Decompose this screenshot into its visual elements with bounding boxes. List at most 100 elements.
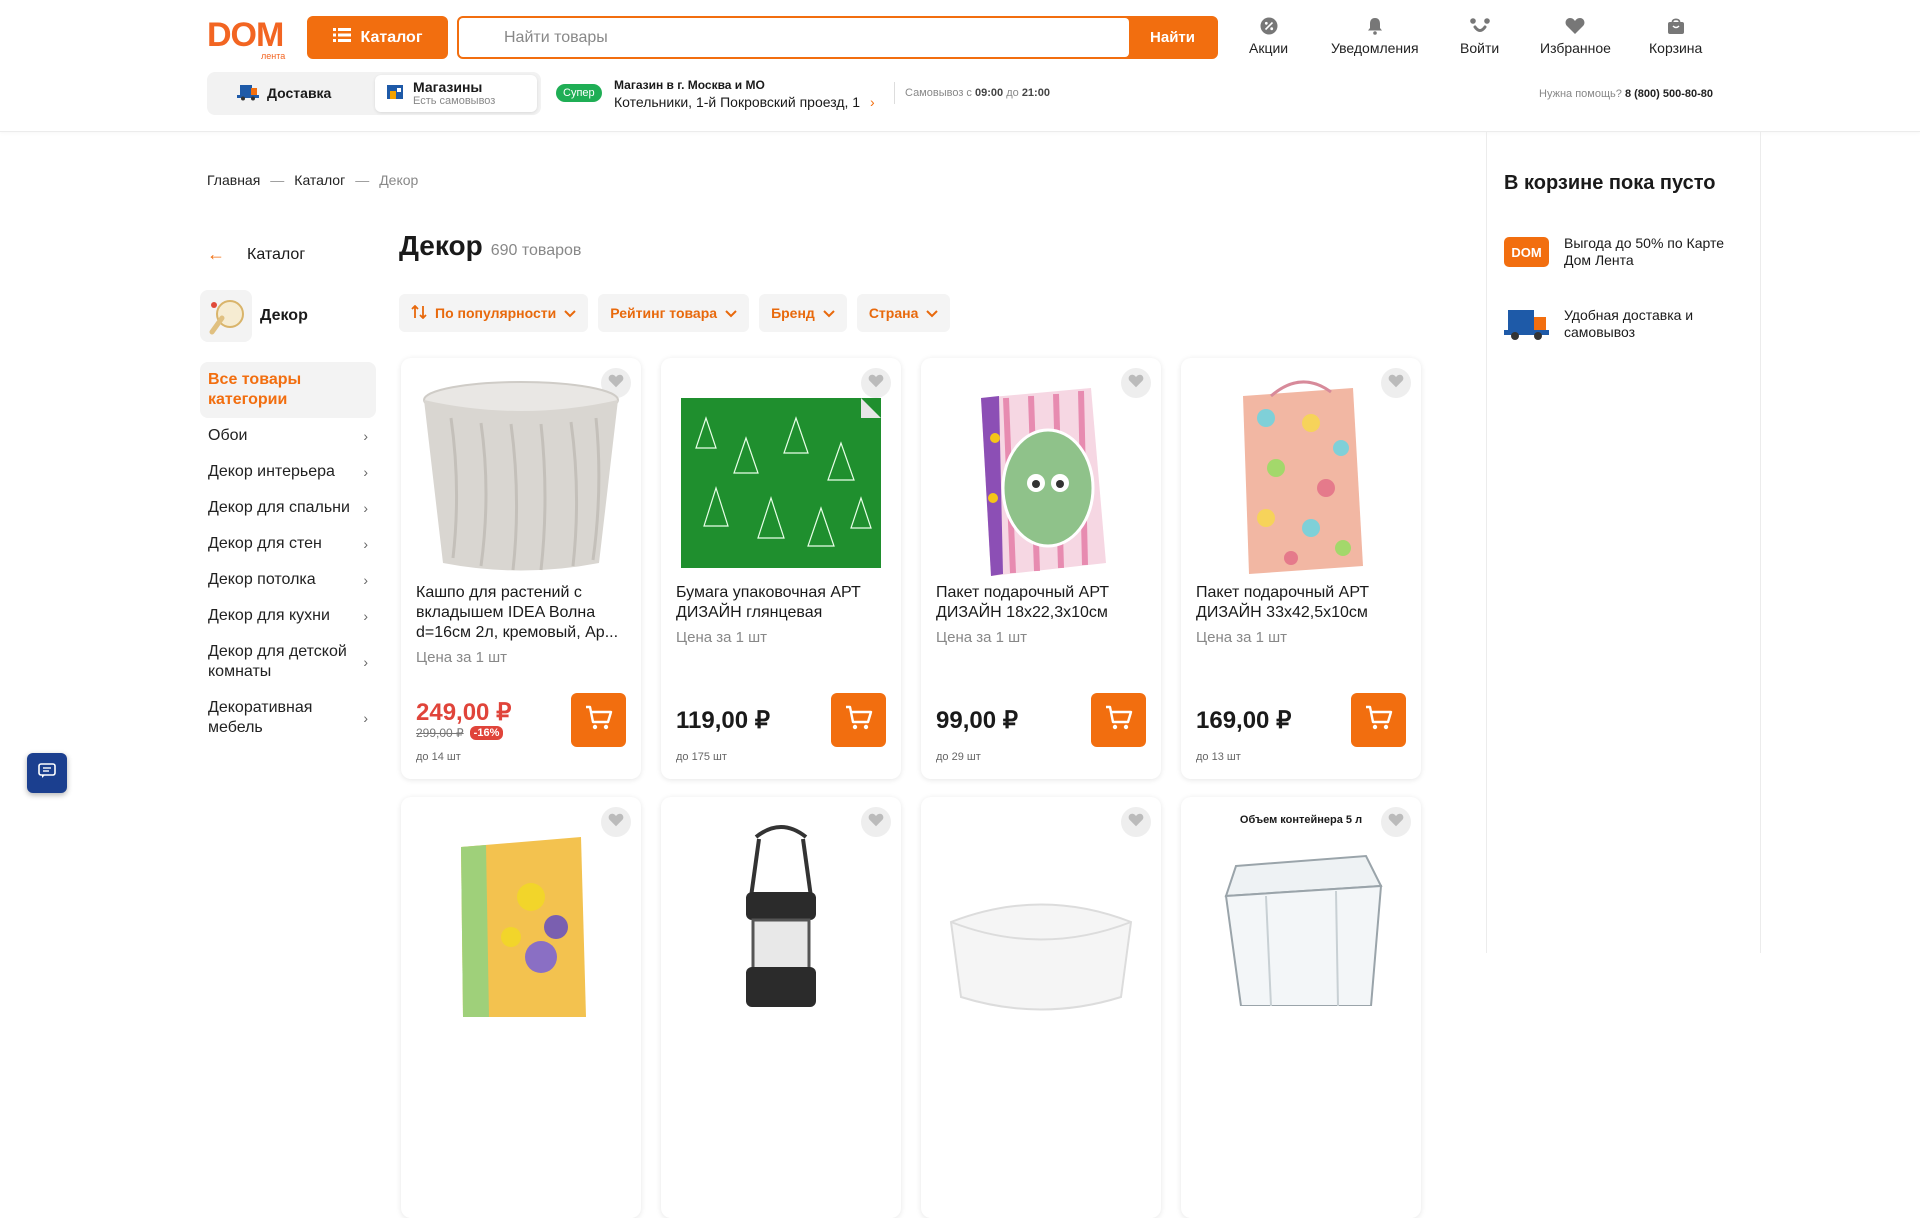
product-old-price-row: 299,00 ₽ -16% bbox=[416, 726, 504, 740]
stores-option-text: Магазины Есть самовывоз bbox=[413, 78, 495, 108]
rating-filter[interactable]: Рейтинг товара bbox=[598, 294, 750, 332]
breadcrumb-separator: — bbox=[355, 172, 370, 188]
nav-promotions[interactable]: Акции bbox=[1249, 16, 1288, 56]
menu-list-icon bbox=[332, 28, 351, 47]
nav-cart-label: Корзина bbox=[1649, 40, 1703, 56]
sidebar-back-link[interactable]: ← Каталог bbox=[207, 244, 305, 265]
product-image-lantern[interactable] bbox=[676, 812, 886, 1022]
breadcrumb-separator: — bbox=[270, 172, 285, 188]
product-card[interactable]: Бумага упаковочная АРТ ДИЗАЙН глянцевая … bbox=[661, 358, 901, 779]
nav-favorites[interactable]: Избранное bbox=[1540, 16, 1611, 56]
delivery-mode-switch: Доставка Магазины Есть самовывоз bbox=[207, 72, 541, 115]
category-thumbnail bbox=[200, 290, 252, 342]
store-address[interactable]: Котельники, 1-й Покровский проезд, 1 bbox=[614, 94, 860, 110]
discount-badge: -16% bbox=[469, 726, 504, 740]
pickup-mid: до bbox=[1006, 87, 1019, 99]
product-card[interactable] bbox=[661, 797, 901, 1218]
country-filter[interactable]: Страна bbox=[856, 294, 951, 332]
product-name[interactable]: Бумага упаковочная АРТ ДИЗАЙН глянцевая bbox=[676, 583, 888, 623]
bell-icon bbox=[1365, 16, 1385, 36]
chevron-right-icon: › bbox=[363, 710, 368, 726]
sort-dropdown[interactable]: По популярности bbox=[399, 294, 589, 332]
percent-icon bbox=[1259, 16, 1279, 36]
perk-text: Удобная доставка и самовывоз bbox=[1564, 307, 1694, 340]
add-to-cart-button[interactable] bbox=[1091, 693, 1146, 747]
perk-delivery[interactable]: Удобная доставка и самовывоз bbox=[1504, 306, 1714, 342]
cart-icon bbox=[585, 705, 613, 736]
product-stock: до 175 шт bbox=[676, 751, 727, 763]
logo-text: DOM bbox=[207, 16, 284, 54]
nav-cart[interactable]: Корзина bbox=[1649, 16, 1702, 56]
chat-button[interactable] bbox=[27, 753, 67, 793]
pickup-to: 21:00 bbox=[1021, 87, 1050, 99]
product-card[interactable]: Кашпо для растений с вкладышем IDEA Волн… bbox=[401, 358, 641, 779]
product-card[interactable]: Пакет подарочный АРТ ДИЗАЙН 33x42,5x10см… bbox=[1181, 358, 1421, 779]
arrow-left-icon: ← bbox=[207, 244, 225, 264]
product-image-planter[interactable] bbox=[416, 373, 626, 583]
sidebar-category-title: Декор bbox=[260, 307, 308, 324]
sort-icon bbox=[411, 304, 427, 322]
product-unit: Цена за 1 шт bbox=[936, 629, 1028, 646]
product-image-storage-box[interactable]: Объем контейнера 5 л bbox=[1196, 812, 1406, 1022]
logo-subtext: лента bbox=[261, 51, 286, 61]
smile-icon bbox=[1469, 16, 1490, 36]
delivery-option[interactable]: Доставка bbox=[227, 75, 341, 112]
chevron-right-icon: › bbox=[363, 464, 368, 480]
chevron-right-icon: › bbox=[363, 608, 368, 624]
sidebar-item-label: Декор для стен bbox=[208, 535, 322, 552]
page-title: Декор bbox=[399, 230, 483, 261]
product-card[interactable]: Пакет подарочный АРТ ДИЗАЙН 18x22,3x10см… bbox=[921, 358, 1161, 779]
stores-option-label: Магазины bbox=[413, 78, 483, 95]
product-name[interactable]: Пакет подарочный АРТ ДИЗАЙН 18x22,3x10см bbox=[936, 583, 1148, 623]
pickup-from: 09:00 bbox=[975, 87, 1004, 99]
nav-notifications[interactable]: Уведомления bbox=[1331, 16, 1419, 56]
product-price: 99,00 ₽ bbox=[936, 707, 1018, 734]
product-card[interactable]: Объем контейнера 5 л bbox=[1181, 797, 1421, 1218]
product-name[interactable]: Кашпо для растений с вкладышем IDEA Волн… bbox=[416, 583, 628, 643]
breadcrumb-home[interactable]: Главная bbox=[207, 172, 260, 188]
breadcrumb: Главная — Каталог — Декор bbox=[207, 172, 418, 188]
brand-filter[interactable]: Бренд bbox=[759, 294, 847, 332]
chevron-right-icon[interactable]: › bbox=[870, 94, 875, 110]
sidebar-item-kitchen-decor[interactable]: Декор для кухни › bbox=[200, 598, 376, 634]
product-image-gift-bag-large[interactable] bbox=[1196, 373, 1406, 583]
sidebar-item-furniture[interactable]: Декоративная мебель › bbox=[200, 690, 376, 746]
perk-card-benefit[interactable]: DOM Выгода до 50% по Карте Дом Лента bbox=[1504, 234, 1734, 270]
breadcrumb-current: Декор bbox=[379, 172, 419, 188]
sidebar-back-label: Каталог bbox=[247, 245, 306, 263]
breadcrumb-catalog[interactable]: Каталог bbox=[294, 172, 345, 188]
add-to-cart-button[interactable] bbox=[1351, 693, 1406, 747]
product-image-floral-bag[interactable] bbox=[416, 812, 626, 1022]
chevron-down-icon bbox=[564, 305, 576, 321]
product-image-wrapping-paper[interactable] bbox=[676, 373, 886, 583]
product-card[interactable] bbox=[401, 797, 641, 1218]
sort-label: По популярности bbox=[435, 305, 557, 321]
catalog-button[interactable]: Каталог bbox=[307, 16, 448, 59]
product-card[interactable] bbox=[921, 797, 1161, 1218]
chevron-down-icon bbox=[926, 305, 939, 321]
sidebar-subcategories: Все товары категории Обои › Декор интерье… bbox=[200, 362, 376, 746]
sidebar-item-ceiling-decor[interactable]: Декор потолка › bbox=[200, 562, 376, 598]
help-phone[interactable]: 8 (800) 500-80-80 bbox=[1625, 88, 1713, 100]
nav-login[interactable]: Войти bbox=[1460, 16, 1499, 56]
search-input[interactable] bbox=[459, 18, 1129, 57]
search-button[interactable]: Найти bbox=[1129, 18, 1216, 57]
pickup-prefix: Самовывоз с bbox=[905, 87, 972, 99]
product-name[interactable]: Пакет подарочный АРТ ДИЗАЙН 33x42,5x10см bbox=[1196, 583, 1408, 623]
nav-login-label: Войти bbox=[1460, 40, 1500, 56]
sidebar-item-label: Декор потолка bbox=[208, 571, 316, 588]
sidebar-item-wallpaper[interactable]: Обои › bbox=[200, 418, 376, 454]
site-logo[interactable]: DOM лента bbox=[207, 16, 293, 61]
product-image-container[interactable] bbox=[936, 812, 1146, 1022]
add-to-cart-button[interactable] bbox=[831, 693, 886, 747]
sidebar-item-wall-decor[interactable]: Декор для стен › bbox=[200, 526, 376, 562]
product-image-gift-bag-small[interactable] bbox=[936, 373, 1146, 583]
stores-option[interactable]: Магазины Есть самовывоз bbox=[375, 75, 537, 112]
sidebar-item-kids-decor[interactable]: Декор для детской комнаты › bbox=[200, 634, 376, 690]
add-to-cart-button[interactable] bbox=[571, 693, 626, 747]
sidebar-item-interior-decor[interactable]: Декор интерьера › bbox=[200, 454, 376, 490]
sidebar-item-label: Декоративная мебель bbox=[208, 699, 313, 736]
sidebar-item-bedroom-decor[interactable]: Декор для спальни › bbox=[200, 490, 376, 526]
sidebar-item-all[interactable]: Все товары категории bbox=[200, 362, 376, 418]
product-count: 690 товаров bbox=[490, 242, 582, 259]
